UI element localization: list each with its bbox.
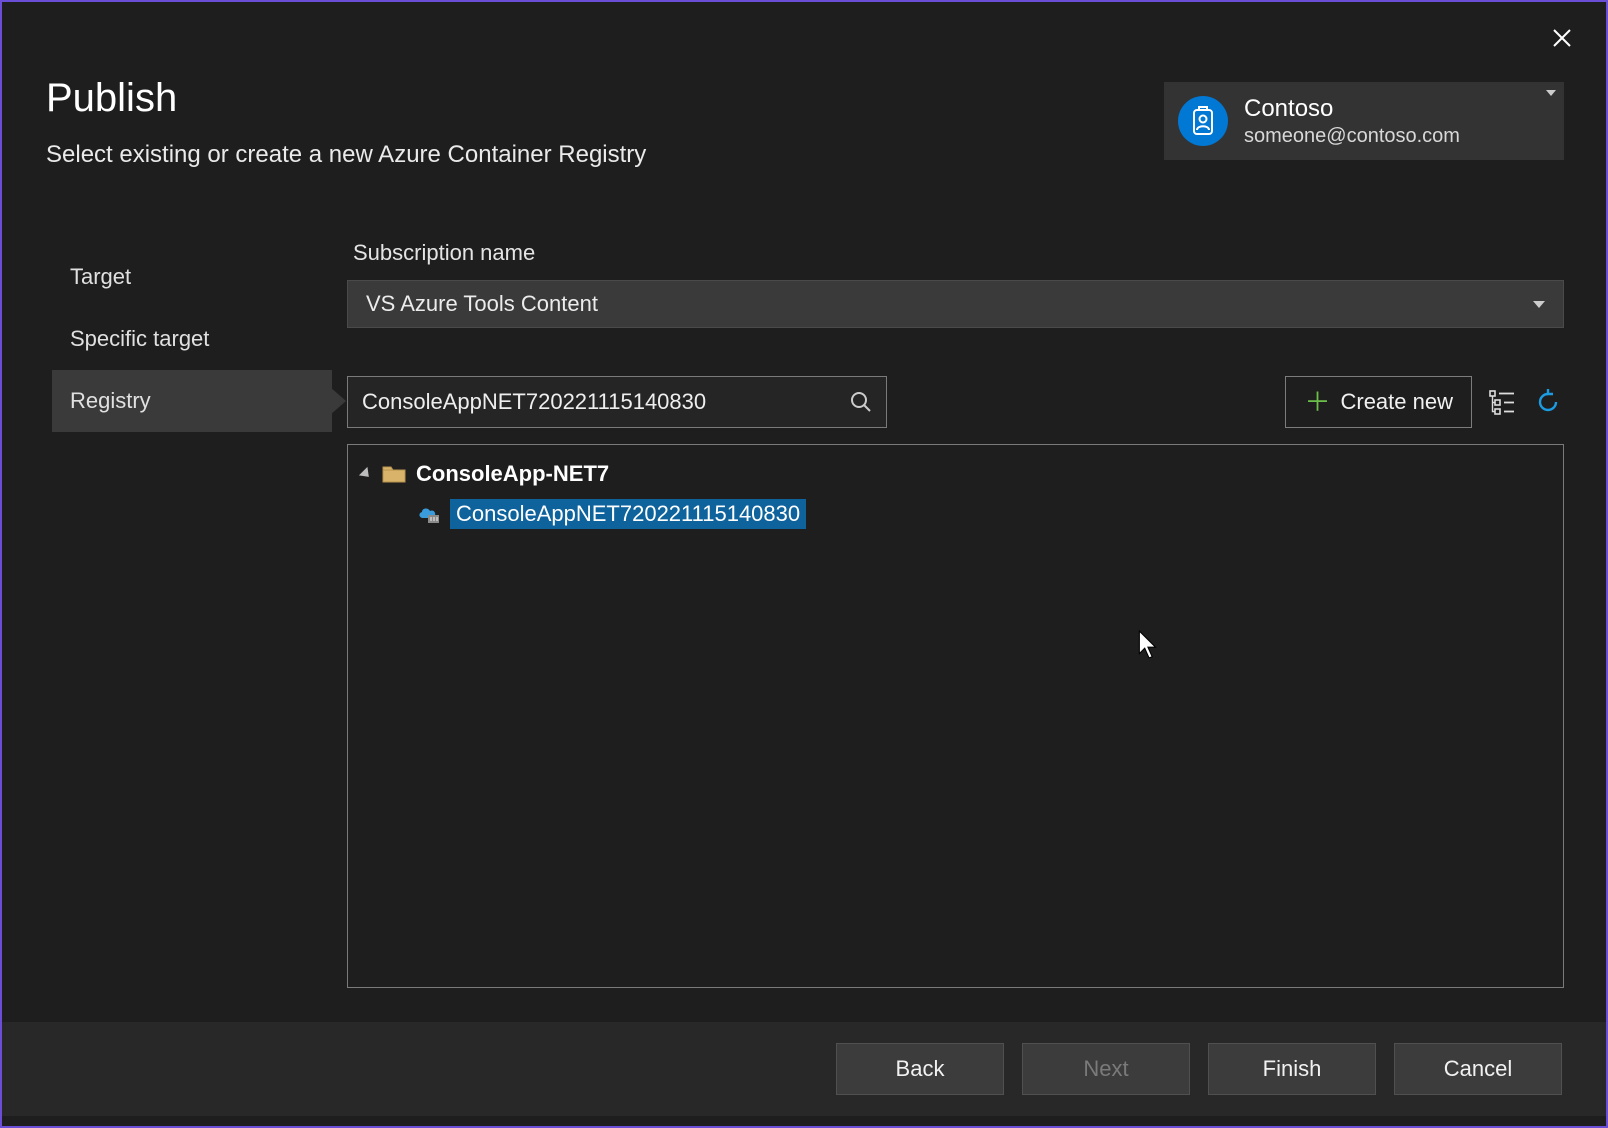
search-input-container[interactable] <box>347 376 887 428</box>
account-name: Contoso <box>1244 94 1460 124</box>
close-icon <box>1552 28 1572 48</box>
tree-item-label: ConsoleAppNET720221115140830 <box>450 499 806 529</box>
account-selector[interactable]: Contoso someone@contoso.com <box>1164 82 1564 160</box>
refresh-icon <box>1534 388 1562 416</box>
search-input[interactable] <box>362 389 802 415</box>
main-panel: Subscription name VS Azure Tools Content… <box>347 240 1564 988</box>
sidebar-item-label: Specific target <box>70 326 209 351</box>
footer-bar: Back Next Finish Cancel <box>2 1022 1606 1116</box>
sidebar-item-target[interactable]: Target <box>52 246 332 308</box>
wizard-sidebar: Target Specific target Registry <box>52 246 332 432</box>
sidebar-item-specific-target[interactable]: Specific target <box>52 308 332 370</box>
search-icon <box>850 391 872 413</box>
create-new-button[interactable]: ＋ Create new <box>1285 376 1472 428</box>
tree-view-toggle-button[interactable] <box>1486 382 1518 422</box>
tree-group-label: ConsoleApp-NET7 <box>416 461 609 487</box>
tree-view-icon <box>1489 389 1515 415</box>
container-registry-icon <box>416 504 440 524</box>
account-text: Contoso someone@contoso.com <box>1244 94 1460 149</box>
back-button[interactable]: Back <box>836 1043 1004 1095</box>
create-new-label: Create new <box>1340 389 1453 415</box>
cancel-button[interactable]: Cancel <box>1394 1043 1562 1095</box>
account-email: someone@contoso.com <box>1244 124 1460 149</box>
subscription-label: Subscription name <box>353 240 1564 266</box>
sidebar-item-registry[interactable]: Registry <box>52 370 332 432</box>
subscription-value: VS Azure Tools Content <box>366 291 598 317</box>
plus-icon: ＋ <box>1304 389 1330 415</box>
close-button[interactable] <box>1548 24 1576 52</box>
account-badge-icon <box>1178 96 1228 146</box>
registry-toolbar: ＋ Create new <box>347 376 1564 428</box>
folder-icon <box>382 464 406 484</box>
chevron-down-icon <box>1533 301 1545 308</box>
subscription-dropdown[interactable]: VS Azure Tools Content <box>347 280 1564 328</box>
next-button: Next <box>1022 1043 1190 1095</box>
tree-item[interactable]: ConsoleAppNET720221115140830 <box>416 499 1551 529</box>
refresh-button[interactable] <box>1532 382 1564 422</box>
expander-icon <box>359 467 373 481</box>
sidebar-item-label: Registry <box>70 388 151 413</box>
finish-button[interactable]: Finish <box>1208 1043 1376 1095</box>
registry-tree: ConsoleApp-NET7 ConsoleAppNET72022111514… <box>347 444 1564 988</box>
chevron-down-icon <box>1546 90 1556 96</box>
sidebar-item-label: Target <box>70 264 131 289</box>
tree-group[interactable]: ConsoleApp-NET7 <box>360 459 1551 489</box>
